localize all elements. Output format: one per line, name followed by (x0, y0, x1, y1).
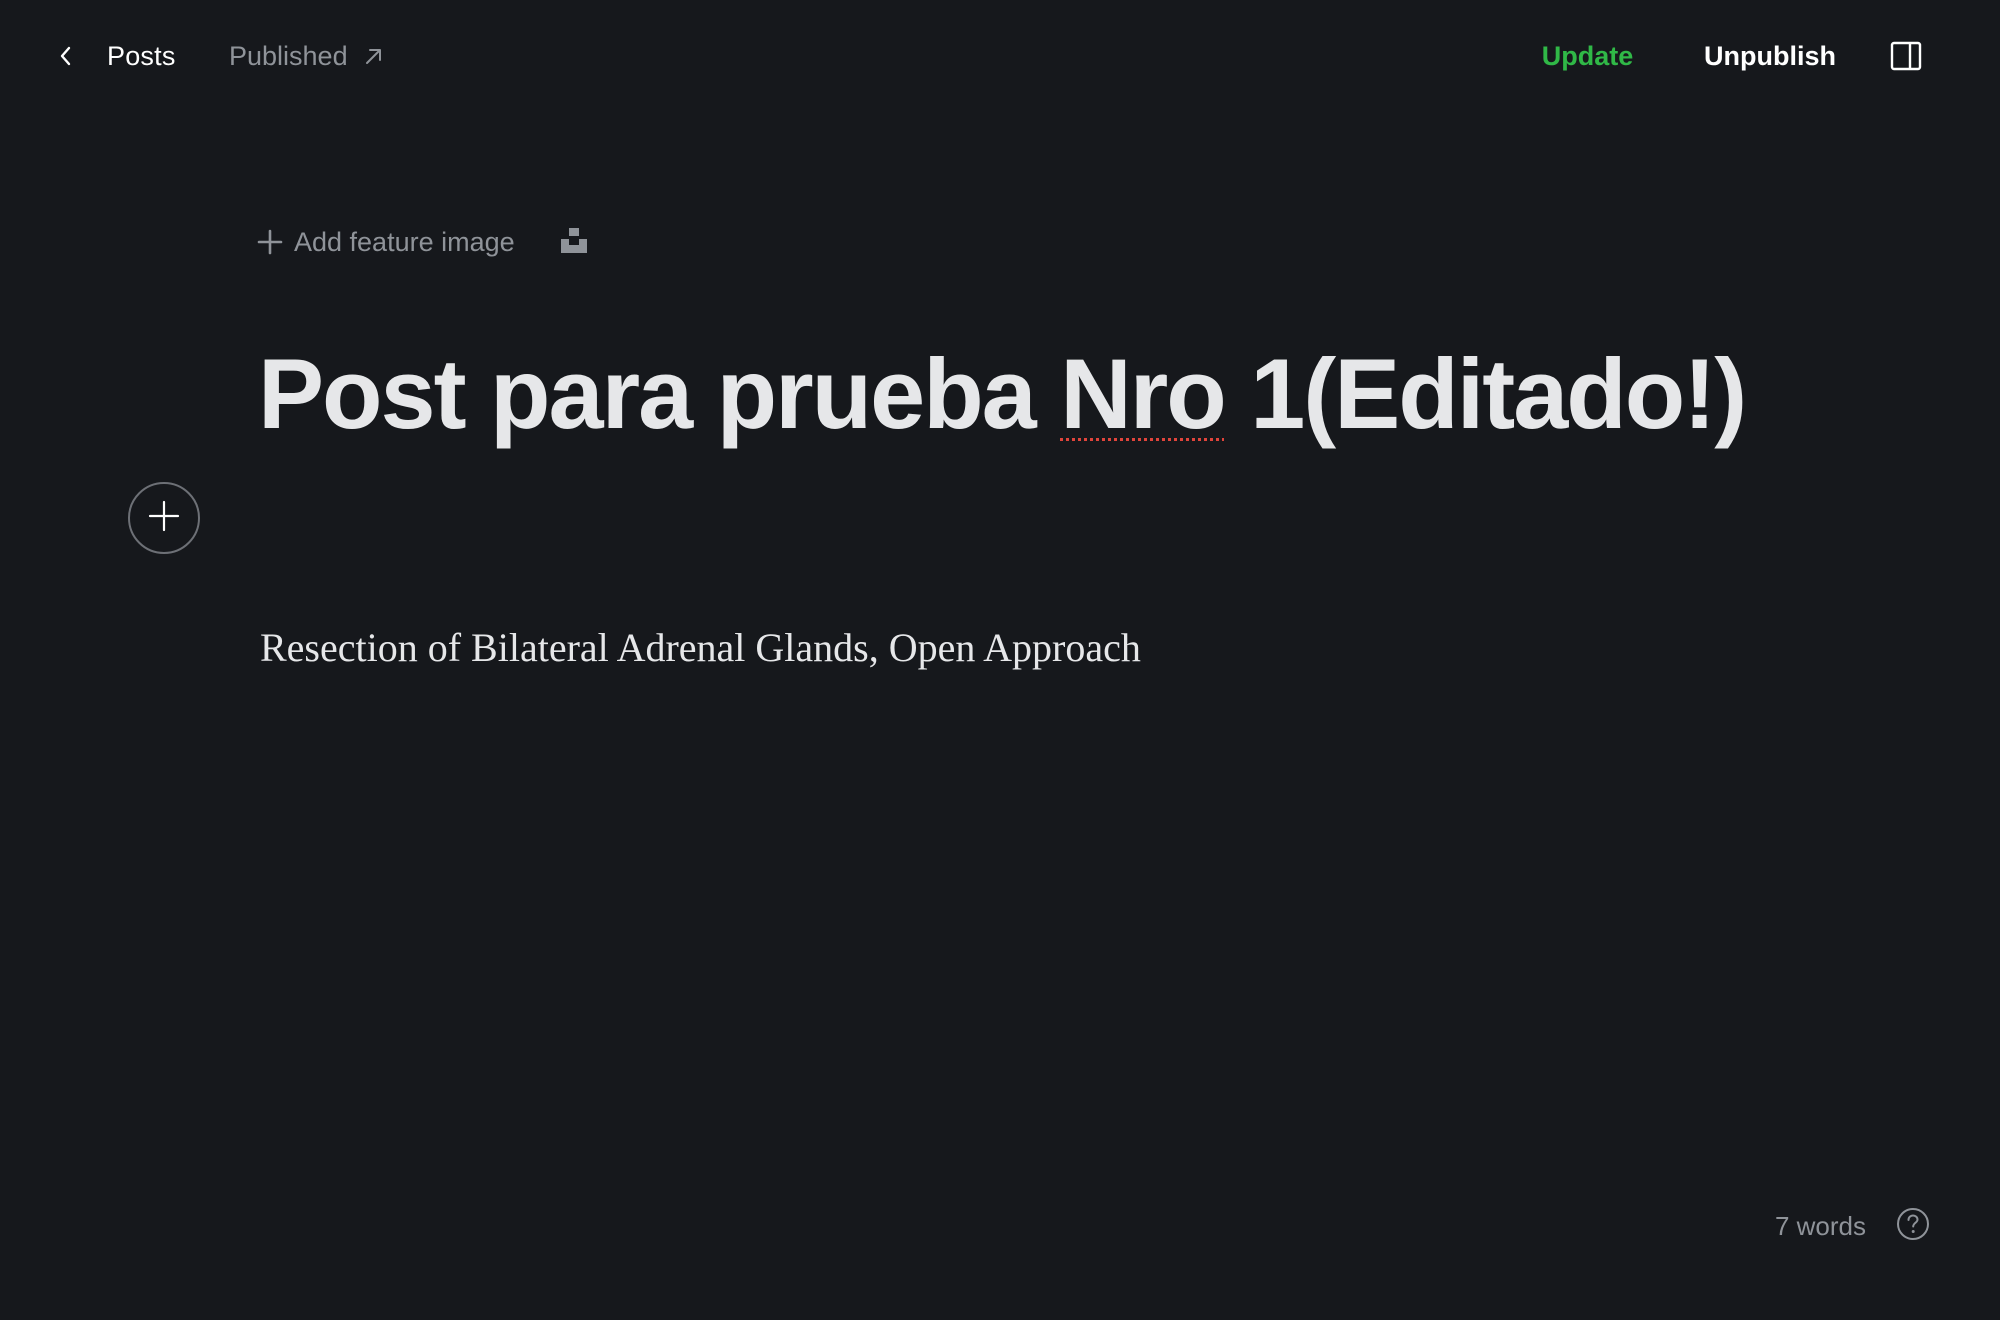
sidebar-toggle-button[interactable] (1888, 40, 1924, 76)
arrow-up-right-icon (362, 44, 386, 68)
published-status-link[interactable]: Published (229, 30, 386, 82)
title-text-start: Post para prueba (258, 338, 1061, 449)
feature-image-row: Add feature image (256, 218, 589, 266)
add-feature-image-button[interactable]: Add feature image (256, 227, 515, 258)
add-feature-image-label: Add feature image (294, 226, 515, 257)
editor-header: Posts Published Update Unpublish (0, 0, 2000, 112)
unsplash-icon (560, 226, 588, 259)
word-count: 7 words (1774, 1210, 1866, 1241)
post-body-editor[interactable]: Resection of Bilateral Adrenal Glands, O… (260, 618, 1760, 678)
status-label: Published (229, 40, 348, 71)
back-to-posts-link[interactable]: Posts (52, 30, 176, 82)
question-circle-icon (1896, 1207, 1930, 1246)
post-title-input[interactable]: Post para prueba Nro 1(Editado!) (258, 334, 1958, 454)
update-button[interactable]: Update (1530, 30, 1645, 82)
title-misspelled-word: Nro (1060, 338, 1226, 449)
editor-footer: 7 words (1700, 1202, 1930, 1250)
unsplash-button[interactable] (559, 227, 589, 257)
sidebar-panel-icon (1890, 41, 1922, 76)
unpublish-button[interactable]: Unpublish (1700, 30, 1840, 82)
help-button[interactable] (1896, 1207, 1930, 1246)
title-text-end: 1(Editado!) (1224, 338, 1747, 449)
chevron-left-icon (52, 43, 78, 69)
back-link-label: Posts (107, 40, 176, 71)
plus-icon (256, 228, 284, 256)
plus-circle-icon (147, 499, 181, 538)
add-card-button[interactable] (128, 482, 200, 554)
